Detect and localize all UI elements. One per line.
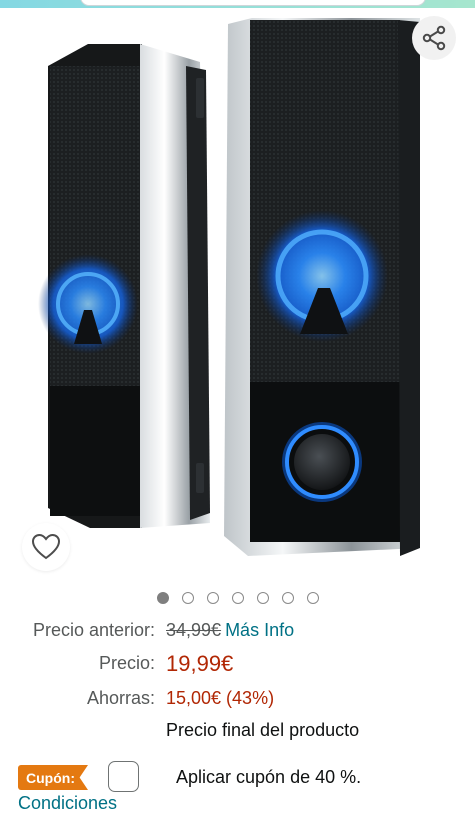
gallery-dot-3[interactable] [206,592,219,604]
heart-outline-icon [31,533,61,560]
gallery-dot-6[interactable] [281,592,294,604]
gallery-dot-2[interactable] [181,592,194,604]
previous-price-value-wrap: 34,99€ Más Info [166,620,294,641]
price-label: Precio: [98,653,155,673]
gallery-dot-7[interactable] [306,592,319,604]
coupon-text[interactable]: Aplicar cupón de 40 %. [176,767,361,788]
previous-price-row: Precio anterior: 34,99€ Más Info [0,620,475,648]
share-button[interactable] [412,16,456,60]
gallery-pagination[interactable] [0,592,475,606]
gallery-dot-1[interactable] [156,592,169,604]
share-icon [422,25,446,51]
price-row: Precio: 19,99€ [0,651,475,679]
gallery-dot-4[interactable] [231,592,244,604]
more-info-link[interactable]: Más Info [225,620,294,640]
coupon-conditions-link[interactable]: Condiciones [18,793,117,814]
savings-value: 15,00€ (43%) [166,688,275,708]
coupon-badge: Cupón: [18,765,88,790]
coupon-checkbox[interactable] [108,761,139,792]
final-price-note: Precio final del producto [166,720,360,740]
savings-row: Ahorras: 15,00€ (43%) [0,688,475,716]
previous-price-label: Precio anterior: [32,620,155,640]
previous-price-value: 34,99€ [166,620,222,640]
product-image [38,18,420,556]
price-value: 19,99€ [166,651,234,676]
product-image-gallery[interactable] [0,8,475,580]
wishlist-button[interactable] [22,523,70,571]
search-bar-edge[interactable] [80,0,426,6]
gallery-dot-5[interactable] [256,592,269,604]
savings-label: Ahorras: [86,688,155,708]
